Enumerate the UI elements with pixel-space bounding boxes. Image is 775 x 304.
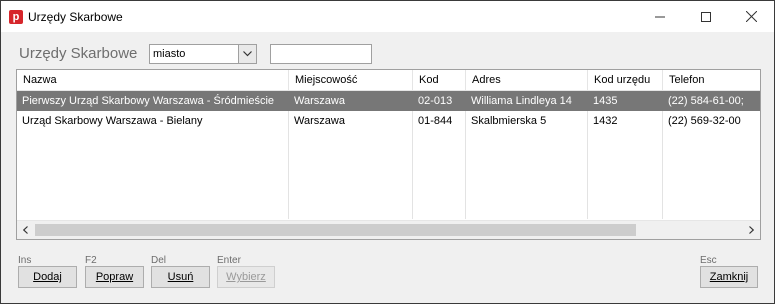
column-header-address[interactable]: Adres (466, 70, 588, 91)
table-row[interactable]: Pierwszy Urząd Skarbowy Warszawa - Śródm… (17, 91, 760, 111)
window: p Urzędy Skarbowe Urzędy Skarbowe miasto… (0, 0, 775, 304)
edit-button[interactable]: Popraw (85, 266, 144, 288)
search-field-select[interactable]: miasto (149, 44, 257, 64)
cell-office-code: 1435 (593, 95, 618, 107)
scrollbar-thumb[interactable] (35, 224, 636, 236)
cell-phone: (22) 569-32-00 (668, 115, 741, 127)
chevron-right-icon (749, 226, 754, 234)
horizontal-scrollbar[interactable] (17, 220, 760, 239)
search-input[interactable] (270, 44, 372, 64)
delete-button[interactable]: Usuń (151, 266, 210, 288)
section-title: Urzędy Skarbowe (19, 45, 138, 62)
shortcut-label-add: Ins (18, 255, 32, 266)
app-icon: p (9, 10, 23, 24)
scroll-right-button[interactable] (743, 221, 760, 239)
cell-city: Warszawa (294, 95, 345, 107)
minimize-icon (655, 16, 665, 17)
chevron-left-icon (23, 226, 28, 234)
close-window-button[interactable] (728, 1, 774, 32)
window-title: Urzędy Skarbowe (28, 10, 123, 24)
table-header: Nazwa Miejscowość Kod Adres Kod urzędu T… (17, 70, 760, 91)
dialog-body: Urzędy Skarbowe miasto Nazwa Miejscowość… (1, 32, 774, 303)
cell-city: Warszawa (294, 115, 345, 127)
table-body: Pierwszy Urząd Skarbowy Warszawa - Śródm… (17, 91, 760, 219)
column-header-phone[interactable]: Telefon (663, 70, 760, 91)
column-header-city[interactable]: Miejscowość (289, 70, 413, 91)
cell-phone: (22) 584-61-00; (668, 95, 744, 107)
cell-office-code: 1432 (593, 115, 618, 127)
dropdown-button[interactable] (238, 45, 256, 63)
cell-postcode: 02-013 (418, 95, 453, 107)
close-button[interactable]: Zamknij (700, 266, 758, 288)
maximize-button[interactable] (683, 1, 729, 32)
select-button[interactable]: Wybierz (217, 266, 275, 288)
title-bar[interactable]: p Urzędy Skarbowe (1, 1, 774, 32)
close-icon (745, 11, 757, 22)
scroll-left-button[interactable] (17, 221, 34, 239)
cell-name: Pierwszy Urząd Skarbowy Warszawa - Śródm… (22, 95, 275, 107)
table-row[interactable]: Urząd Skarbowy Warszawa - Bielany Warsza… (17, 111, 760, 131)
add-button[interactable]: Dodaj (18, 266, 77, 288)
shortcut-label-select: Enter (217, 255, 241, 266)
column-header-name[interactable]: Nazwa (17, 70, 289, 91)
cell-name: Urząd Skarbowy Warszawa - Bielany (22, 115, 203, 127)
offices-table: Nazwa Miejscowość Kod Adres Kod urzędu T… (16, 69, 761, 240)
minimize-button[interactable] (637, 1, 683, 32)
shortcut-label-close: Esc (700, 255, 717, 266)
search-field-value: miasto (153, 48, 186, 60)
cell-postcode: 01-844 (418, 115, 453, 127)
shortcut-label-edit: F2 (85, 255, 97, 266)
column-header-office-code[interactable]: Kod urzędu (588, 70, 663, 91)
shortcut-label-delete: Del (151, 255, 167, 266)
column-header-postcode[interactable]: Kod (413, 70, 466, 91)
maximize-icon (701, 11, 711, 22)
cell-address: Williama Lindleya 14 (471, 95, 572, 107)
chevron-down-icon (243, 51, 252, 57)
cell-address: Skalbmierska 5 (471, 115, 547, 127)
